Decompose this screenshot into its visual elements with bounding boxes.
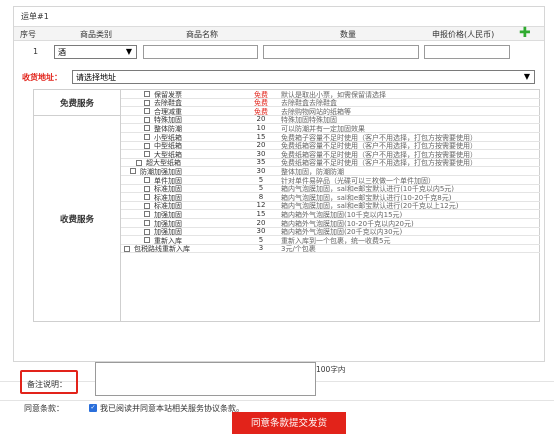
address-label: 收货地址： bbox=[22, 73, 62, 82]
service-checkbox[interactable] bbox=[136, 159, 142, 166]
service-checkbox[interactable] bbox=[144, 228, 150, 235]
service-price: 3 bbox=[258, 244, 264, 253]
submit-shipment-button[interactable]: 同意条款提交发货 bbox=[232, 412, 346, 434]
service-price: 5 bbox=[258, 235, 264, 244]
note-label: 备注说明： bbox=[27, 380, 67, 389]
product-name-input[interactable] bbox=[143, 45, 258, 59]
service-checkbox[interactable] bbox=[124, 245, 130, 252]
service-checkbox[interactable] bbox=[130, 168, 136, 175]
note-limit-text: 100字内 bbox=[316, 365, 346, 374]
service-checkbox[interactable] bbox=[144, 116, 150, 123]
quantity-input[interactable] bbox=[263, 45, 419, 59]
address-select[interactable]: 请选择地址 ▼ bbox=[72, 70, 535, 84]
service-price: 30 bbox=[256, 149, 266, 158]
address-selected-value: 请选择地址 bbox=[76, 73, 116, 82]
order-panel: 运单#1 序号 商品类别 商品名称 数量 申报价格(人民币) ✚ 1 酒 ▼ 收… bbox=[13, 6, 545, 362]
col-header-index: 序号 bbox=[20, 30, 36, 39]
service-price: 30 bbox=[256, 227, 266, 236]
service-name: 包税路线重新入库 bbox=[134, 245, 190, 254]
service-description: 3元/个包裹 bbox=[281, 245, 316, 254]
agreement-text: 我已阅读并同意本站相关服务协议条款。 bbox=[100, 404, 244, 413]
col-header-category: 商品类别 bbox=[80, 30, 112, 39]
service-price: 5 bbox=[258, 184, 264, 193]
service-price: 8 bbox=[258, 192, 264, 201]
service-checkbox[interactable] bbox=[144, 220, 150, 226]
service-price: 12 bbox=[256, 201, 266, 210]
chevron-down-icon: ▼ bbox=[523, 72, 530, 81]
row-index: 1 bbox=[33, 47, 39, 56]
service-checkbox[interactable] bbox=[144, 108, 150, 115]
chevron-down-icon: ▼ bbox=[125, 47, 132, 56]
service-price: 20 bbox=[256, 115, 266, 124]
col-header-product-name: 商品名称 bbox=[186, 30, 218, 39]
free-services-label: 免费服务 bbox=[34, 90, 121, 116]
service-checkbox[interactable] bbox=[144, 211, 150, 218]
service-price: 20 bbox=[256, 218, 266, 227]
service-price: 15 bbox=[256, 132, 266, 141]
service-checkbox[interactable] bbox=[144, 237, 150, 244]
services-table: 免费服务 收费服务 保留发票 免费 默认是取出小票，如需保留请选择 去除鞋盒 免费 去除鞋… bbox=[33, 89, 540, 322]
service-row: 包税路线重新入库 3 3元/个包裹 bbox=[121, 244, 540, 254]
service-checkbox[interactable] bbox=[144, 125, 150, 132]
service-checkbox[interactable] bbox=[144, 202, 150, 209]
note-label-highlight: 备注说明： bbox=[20, 370, 78, 394]
add-row-icon[interactable]: ✚ bbox=[519, 26, 531, 40]
category-select[interactable]: 酒 ▼ bbox=[54, 45, 137, 59]
service-price: 30 bbox=[256, 166, 266, 175]
note-textarea[interactable] bbox=[95, 362, 316, 396]
service-price: 20 bbox=[256, 141, 266, 150]
service-price: 35 bbox=[256, 158, 266, 167]
service-price: 15 bbox=[256, 209, 266, 218]
paid-services-label: 收费服务 bbox=[34, 116, 121, 322]
service-checkbox[interactable] bbox=[144, 99, 150, 106]
order-table-header: 序号 商品类别 商品名称 数量 申报价格(人民币) bbox=[14, 26, 544, 41]
service-checkbox[interactable] bbox=[144, 194, 150, 201]
order-title: 运单#1 bbox=[21, 12, 49, 21]
service-checkbox[interactable] bbox=[144, 142, 150, 149]
service-checkbox[interactable] bbox=[144, 134, 150, 140]
service-checkbox[interactable] bbox=[144, 91, 150, 97]
service-checkbox[interactable] bbox=[144, 177, 150, 183]
service-checkbox[interactable] bbox=[144, 185, 150, 192]
checkmark-icon[interactable]: ✓ bbox=[89, 404, 97, 412]
divider bbox=[0, 400, 554, 401]
service-checkbox[interactable] bbox=[144, 151, 150, 158]
agreement-label: 同意条款： bbox=[24, 404, 64, 413]
service-price: 10 bbox=[256, 123, 266, 132]
col-header-declared-price: 申报价格(人民币) bbox=[432, 30, 495, 39]
declared-price-input[interactable] bbox=[424, 45, 510, 59]
category-selected-value: 酒 bbox=[58, 48, 66, 57]
col-header-quantity: 数量 bbox=[340, 30, 356, 39]
service-price: 5 bbox=[258, 175, 264, 184]
